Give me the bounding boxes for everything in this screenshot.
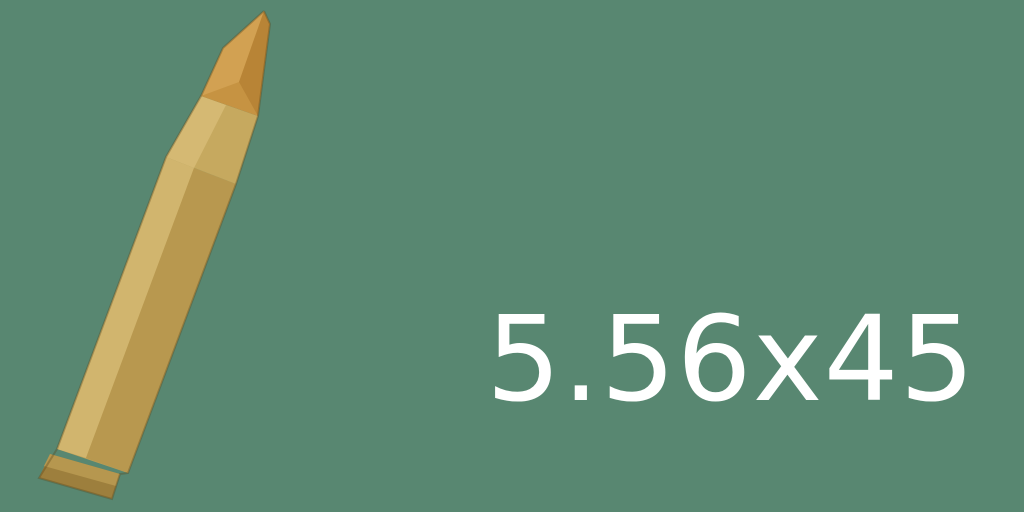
item-card: 5.56x45 [0,0,1024,512]
caliber-label: 5.56x45 [486,290,976,428]
cartridge-illustration [0,0,1024,512]
